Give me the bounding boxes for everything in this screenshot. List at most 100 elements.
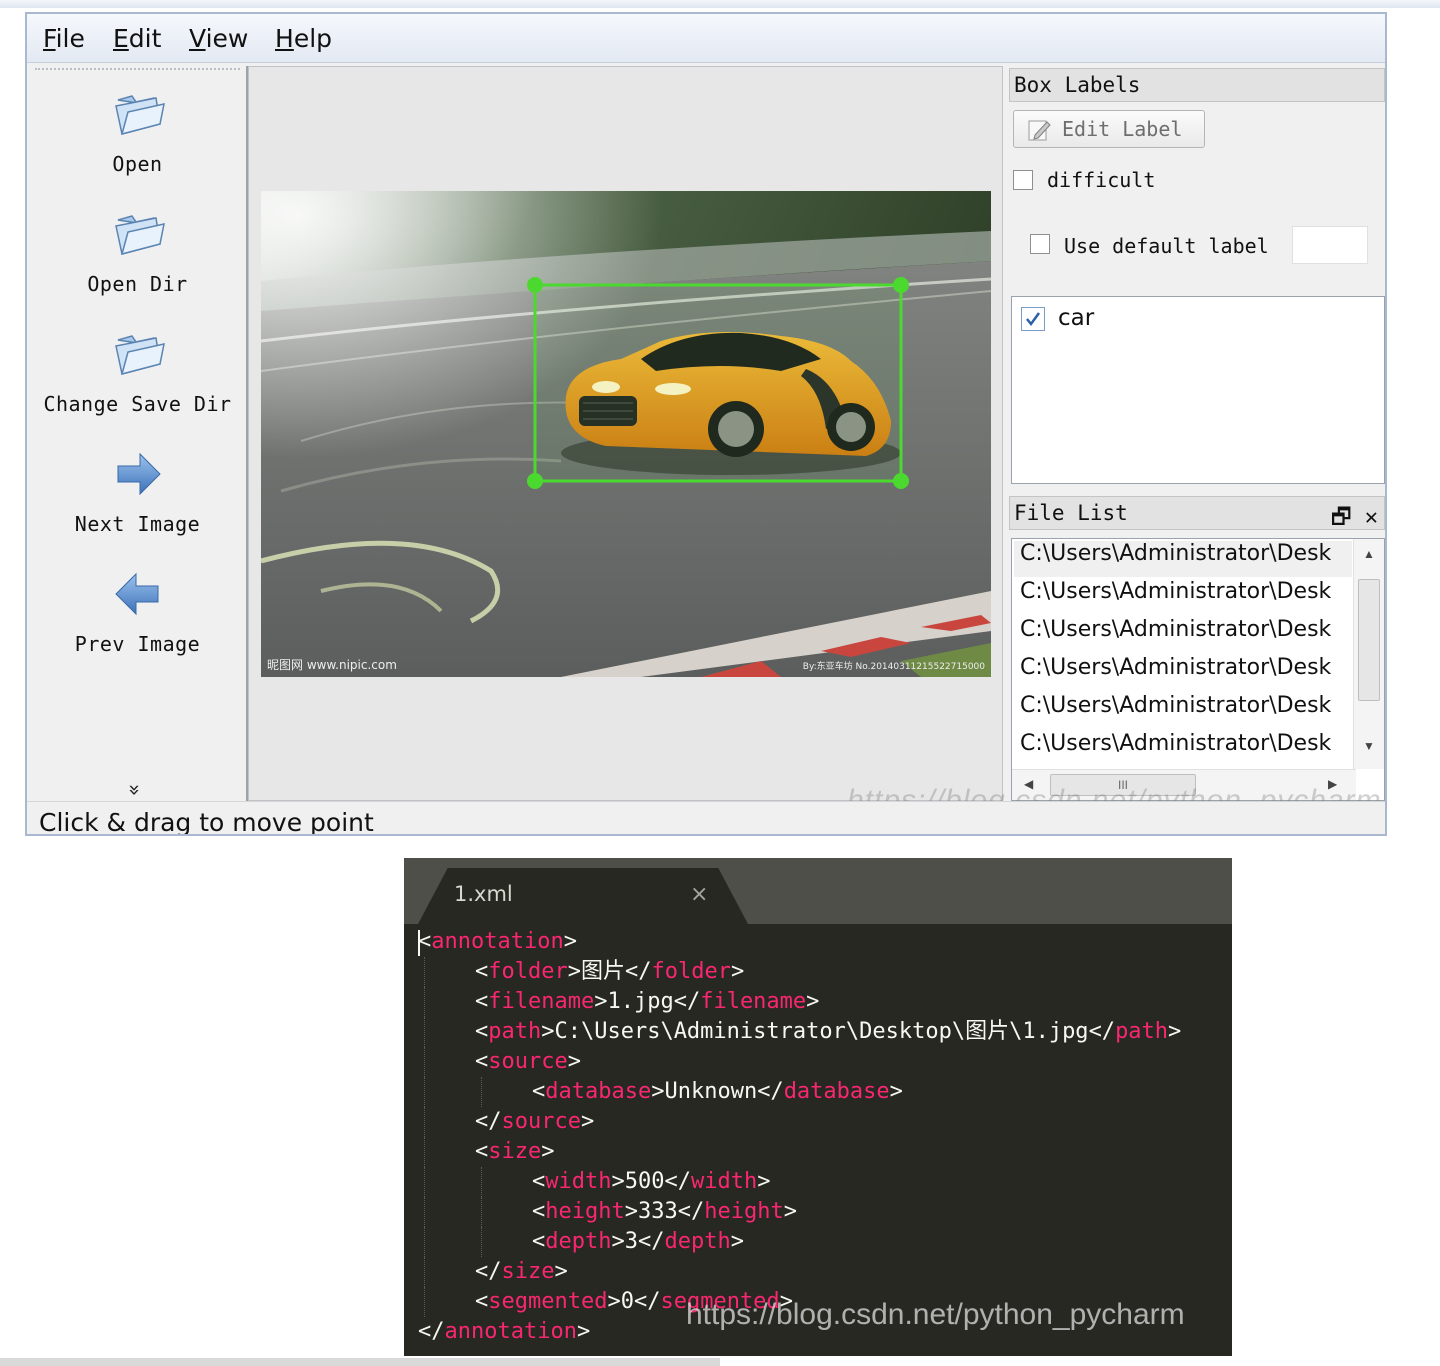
tag-bracket: > xyxy=(554,1259,568,1284)
tag-bracket: </ xyxy=(677,1199,705,1224)
code-area[interactable]: <annotation> <folder>图片</folder> <filename… xyxy=(418,927,1232,1347)
box-labels-title: Box Labels xyxy=(1009,68,1385,102)
code-line-content: <folder>图片</folder> xyxy=(475,957,744,987)
xml-text-value: 0 xyxy=(620,1289,634,1314)
menu-edit[interactable]: Edit xyxy=(113,24,161,53)
xml-text-value: 图片 xyxy=(580,959,625,984)
code-line: <size> xyxy=(418,1137,1232,1167)
menu-view[interactable]: View xyxy=(189,24,248,53)
page-top-strip xyxy=(0,0,1440,8)
indent-guide xyxy=(424,1107,426,1137)
watermark-bottom: https://blog.csdn.net/python_pycharm xyxy=(686,1298,1185,1331)
indent-guide xyxy=(424,987,426,1017)
xml-open-tag: path xyxy=(488,1019,542,1044)
xml-open-tag: filename xyxy=(488,989,595,1014)
xml-close-tag: filename xyxy=(700,989,807,1014)
float-dock-icon[interactable]: 🗗 xyxy=(1331,505,1352,530)
use-default-label-checkbox[interactable] xyxy=(1030,234,1050,254)
code-line: <depth>3</depth> xyxy=(418,1227,1232,1257)
toolbar-more-chevron-icon[interactable]: » xyxy=(123,784,147,796)
open-dir-label: Open Dir xyxy=(87,272,188,296)
tag-bracket: </ xyxy=(673,989,701,1014)
label-car-text[interactable]: car xyxy=(1058,305,1094,331)
scroll-down-icon[interactable]: ▼ xyxy=(1363,739,1375,753)
file-list-item[interactable]: C:\Users\Administrator\Desk xyxy=(1020,617,1352,653)
label-car-checkbox[interactable] xyxy=(1021,307,1045,331)
code-line-content: <height>333</height> xyxy=(532,1197,797,1227)
file-list-item[interactable]: C:\Users\Administrator\Desk xyxy=(1020,731,1352,767)
xml-open-tag: segmented xyxy=(488,1289,608,1314)
xml-open-tag: folder xyxy=(488,959,568,984)
file-list-title: File List xyxy=(1014,501,1128,525)
prev-image-button[interactable]: Prev Image xyxy=(29,566,246,656)
labelimg-window: File Edit View Help Open Open Dir Change… xyxy=(25,12,1387,836)
tag-bracket: < xyxy=(475,959,489,984)
right-dock: Box Labels Edit Label difficult Use defa… xyxy=(1009,66,1385,801)
file-list-item[interactable]: C:\Users\Administrator\Desk xyxy=(1020,655,1352,691)
folder-icon xyxy=(114,215,165,256)
editor-tab-bar: 1.xml × xyxy=(404,858,1232,924)
code-line-content: <depth>3</depth> xyxy=(532,1227,744,1257)
default-label-input[interactable] xyxy=(1292,226,1368,264)
tab-file-name[interactable]: 1.xml xyxy=(454,882,513,906)
folder-icon xyxy=(114,335,165,376)
file-list-item[interactable]: C:\Users\Administrator\Desk xyxy=(1014,541,1352,577)
menu-help[interactable]: Help xyxy=(275,24,332,53)
tag-bracket: > xyxy=(594,989,608,1014)
file-list-item[interactable]: C:\Users\Administrator\Desk xyxy=(1020,693,1352,729)
xml-open-tag: depth xyxy=(545,1229,612,1254)
close-dock-icon[interactable]: ✕ xyxy=(1365,505,1378,530)
image-canvas[interactable]: 昵图网 www.nipic.com By:东亚车坊 No.20140311215… xyxy=(248,66,1003,801)
open-dir-button[interactable]: Open Dir xyxy=(29,206,246,296)
open-button[interactable]: Open xyxy=(29,86,246,176)
xml-text-value: 333 xyxy=(637,1199,678,1224)
xml-close-tag: database xyxy=(783,1079,890,1104)
code-line-content: <database>Unknown</database> xyxy=(532,1077,903,1107)
next-image-button[interactable]: Next Image xyxy=(29,446,246,536)
indent-guide xyxy=(424,1017,426,1047)
xml-editor: 1.xml × <annotation> <folder>图片</folder> <… xyxy=(404,858,1232,1356)
code-line: <width>500</width> xyxy=(418,1167,1232,1197)
toolbar-grip[interactable] xyxy=(35,68,240,73)
difficult-checkbox[interactable] xyxy=(1013,170,1033,190)
edit-label-button[interactable]: Edit Label xyxy=(1013,110,1205,148)
change-save-dir-button[interactable]: Change Save Dir xyxy=(29,326,246,416)
xml-open-tag: width xyxy=(545,1169,612,1194)
folder-icon xyxy=(114,95,165,136)
file-list-item[interactable]: C:\Users\Administrator\Desk xyxy=(1020,579,1352,615)
tag-bracket: < xyxy=(532,1079,546,1104)
menu-bar: File Edit View Help xyxy=(27,14,1385,63)
code-line-content: <filename>1.jpg</filename> xyxy=(475,987,819,1017)
label-list[interactable]: car xyxy=(1011,296,1385,484)
change-save-dir-label: Change Save Dir xyxy=(43,392,232,416)
tag-bracket: > xyxy=(611,1229,625,1254)
tool-bar: Open Open Dir Change Save Dir Next Image… xyxy=(29,66,248,801)
indent-guide xyxy=(481,1167,483,1197)
annotated-photo: 昵图网 www.nipic.com By:东亚车坊 No.20140311215… xyxy=(261,191,991,677)
xml-close-tag: folder xyxy=(651,959,731,984)
file-list-vertical-scrollbar[interactable]: ▲ ▼ xyxy=(1353,539,1384,769)
tag-bracket: > xyxy=(576,1319,591,1344)
file-list[interactable]: C:\Users\Administrator\Desk C:\Users\Adm… xyxy=(1011,538,1385,801)
open-label: Open xyxy=(112,152,163,176)
indent-guide xyxy=(481,1077,483,1107)
menu-file[interactable]: File xyxy=(43,24,85,53)
photo-caption-right: By:东亚车坊 No.20140311215522715000 xyxy=(803,660,985,672)
prev-image-label: Prev Image xyxy=(74,632,201,656)
vertical-scroll-thumb[interactable] xyxy=(1358,579,1380,701)
file-list-title-bar: File List 🗗 ✕ xyxy=(1009,496,1385,530)
next-image-label: Next Image xyxy=(74,512,201,536)
tag-bracket: </ xyxy=(633,1289,661,1314)
xml-open-tag: database xyxy=(545,1079,652,1104)
photo-caption-left: 昵图网 www.nipic.com xyxy=(267,658,397,672)
code-line-content: </annotation> xyxy=(418,1317,590,1347)
tag-bracket: > xyxy=(611,1169,625,1194)
xml-close-tag: annotation xyxy=(444,1319,577,1344)
tag-bracket: > xyxy=(806,989,820,1014)
tag-bracket: > xyxy=(563,929,577,954)
indent-guide xyxy=(424,1197,426,1227)
xml-text-value: C:\Users\Administrator\Desktop\图片\1.jpg xyxy=(554,1019,1089,1044)
tab-close-icon[interactable]: × xyxy=(690,882,708,907)
tag-bracket: > xyxy=(1168,1019,1182,1044)
scroll-up-icon[interactable]: ▲ xyxy=(1363,547,1375,561)
